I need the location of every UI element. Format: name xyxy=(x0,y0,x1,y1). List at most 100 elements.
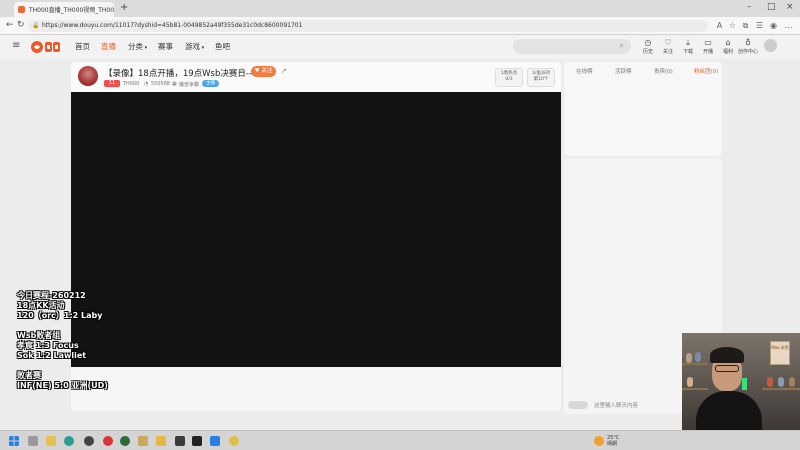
collections-icon[interactable]: ☰ xyxy=(755,21,764,30)
category-link[interactable]: 魔兽争霸 xyxy=(179,81,199,88)
app-icon[interactable] xyxy=(120,436,130,446)
search-app-icon[interactable] xyxy=(28,436,38,446)
overlay-line: Wsb败者组 xyxy=(17,331,61,340)
camera-icon: ▭ xyxy=(704,38,712,47)
history-button[interactable]: ◷ 历史 xyxy=(638,38,658,55)
site-header: ≡ 首页 直播 分类 ▾ 赛事 游戏 ▾ 鱼吧 ⌕ ◷ 历史 ♡ 关注 ⤓ 下载 ▭ 开… xyxy=(0,35,800,59)
address-bar[interactable]: 🔒 https://www.douyu.com/11017?dyshid=45b… xyxy=(28,20,708,32)
close-window-icon[interactable]: × xyxy=(786,2,794,12)
windows-taskbar: 25°C 晴朗 xyxy=(0,430,800,450)
viewers-icon: ◔ xyxy=(144,81,149,87)
rewards-label: 福利 xyxy=(722,49,733,55)
party-rank-value: 第10个 xyxy=(533,77,549,82)
weekly-rank-box[interactable]: 1周热点 0/3 xyxy=(495,68,523,87)
nav-fishbar[interactable]: 鱼吧 xyxy=(215,41,230,52)
download-label: 下载 xyxy=(682,49,693,55)
browser-tab-active[interactable]: TH000直播_TH000视频_TH000图片 × xyxy=(14,2,114,17)
history-label: 历史 xyxy=(642,49,653,55)
weather-widget[interactable]: 25°C 晴朗 xyxy=(594,435,619,447)
lightbulb-icon: ♁ xyxy=(745,38,751,47)
overlay-line: 败者赛 xyxy=(17,371,41,380)
user-avatar[interactable] xyxy=(764,39,777,52)
level-badge-value: 11 xyxy=(108,80,116,86)
read-aloud-icon[interactable]: A xyxy=(715,21,724,30)
nav-games[interactable]: 游戏 ▾ xyxy=(185,41,204,52)
video-player[interactable] xyxy=(71,92,561,367)
chevron-down-icon: ▾ xyxy=(143,45,148,51)
edge-browser-icon[interactable] xyxy=(64,436,74,446)
favorite-star-icon[interactable]: ☆ xyxy=(728,21,737,30)
app-icon[interactable] xyxy=(175,436,185,446)
shelf xyxy=(762,388,800,390)
creator-center-label: 创作中心 xyxy=(737,49,758,55)
nav-home[interactable]: 首页 xyxy=(75,41,90,52)
back-icon[interactable]: ← xyxy=(6,20,14,30)
nav-live[interactable]: 直播 xyxy=(101,41,116,52)
minimize-icon[interactable]: – xyxy=(747,2,752,12)
chat-placeholder: 这里输入聊天内容 xyxy=(594,403,639,409)
more-menu-icon[interactable]: … xyxy=(784,21,793,30)
douyu-favicon-icon xyxy=(18,6,25,13)
obs-icon[interactable] xyxy=(84,436,94,446)
settings-gear-icon[interactable]: ✲ xyxy=(239,67,245,75)
nav-category-label: 分类 xyxy=(128,42,143,51)
file-explorer-icon[interactable] xyxy=(46,436,56,446)
streamer-body xyxy=(696,391,762,433)
weekly-rank-value: 0/3 xyxy=(505,77,513,82)
douyu-app-icon[interactable] xyxy=(103,436,113,446)
streamer-glasses xyxy=(715,365,739,372)
webcam-feed: Mao 本色 xyxy=(682,333,800,433)
creator-center-button[interactable]: ♁ 创作中心 xyxy=(737,38,759,55)
app-icon[interactable] xyxy=(229,436,239,446)
download-button[interactable]: ⤓ 下载 xyxy=(678,38,698,55)
app-icon[interactable] xyxy=(192,436,202,446)
party-rank-box[interactable]: 斗鱼派对 第10个 xyxy=(527,68,555,87)
search-icon[interactable]: ⌕ xyxy=(620,41,624,51)
tab-title: TH000直播_TH000视频_TH000图片 xyxy=(29,7,114,14)
heart-icon: ♡ xyxy=(664,38,672,47)
reload-icon[interactable]: ↻ xyxy=(17,20,25,30)
maximize-icon[interactable]: □ xyxy=(767,2,776,12)
windows-start-icon[interactable] xyxy=(9,436,19,446)
streamer-avatar[interactable] xyxy=(78,66,98,86)
douyu-logo[interactable] xyxy=(30,39,62,55)
stream-title: 【录像】18点开播，19点Wsb决赛日-- xyxy=(104,69,252,79)
follow-button[interactable]: ♥ 关注 xyxy=(251,66,276,77)
gift-icon: ⌂ xyxy=(725,38,731,47)
shelf xyxy=(682,363,708,365)
viewer-count: 550588 xyxy=(151,81,171,87)
profile-icon[interactable]: ◉ xyxy=(769,21,778,30)
tab-fan-club[interactable]: 粉丝团(0) xyxy=(694,67,718,75)
follows-button[interactable]: ♡ 关注 xyxy=(658,38,678,55)
rewards-button[interactable]: ⌂ 福利 xyxy=(718,38,738,55)
app-icon[interactable] xyxy=(138,436,148,446)
search-input[interactable]: ⌕ xyxy=(513,39,631,54)
app-icon[interactable] xyxy=(156,436,166,446)
start-stream-button[interactable]: ▭ 开播 xyxy=(698,38,718,55)
figurine xyxy=(687,377,693,387)
sun-icon xyxy=(594,436,604,446)
tab-online-rank[interactable]: 在线榜 xyxy=(576,67,593,75)
browser-tabbar: TH000直播_TH000视频_TH000图片 × + – □ × xyxy=(0,0,800,17)
browser-toolbar: ← ↻ 🔒 https://www.douyu.com/11017?dyshid… xyxy=(0,17,800,35)
chevron-down-icon: ▾ xyxy=(200,45,205,51)
tab-vip[interactable]: 贵宾(0) xyxy=(654,67,673,75)
menu-hamburger-icon[interactable]: ≡ xyxy=(12,40,20,51)
level-badge: 11 xyxy=(104,80,120,87)
tab-active-rank[interactable]: 活跃榜 xyxy=(615,67,632,75)
figurine xyxy=(695,352,701,362)
app-icon[interactable] xyxy=(210,436,220,446)
emoji-toggle[interactable] xyxy=(568,401,588,409)
new-tab-icon[interactable]: + xyxy=(120,2,128,13)
nav-category[interactable]: 分类 ▾ xyxy=(128,41,147,52)
extensions-icon[interactable]: ⧉ xyxy=(741,21,750,30)
streamer-hair xyxy=(710,347,744,363)
figurine xyxy=(767,377,773,387)
start-stream-label: 开播 xyxy=(702,49,713,55)
share-icon[interactable]: ↗ xyxy=(281,67,287,75)
nav-esports[interactable]: 赛事 xyxy=(158,41,173,52)
overlay-line: INF(NE) 5:0 亚洲(UD) xyxy=(17,381,108,390)
stream-info-bar: 【录像】18点开播，19点Wsb决赛日-- ✲ ♥ 关注 ↗ 11 TH000 … xyxy=(71,62,561,92)
heart-icon: ♥ xyxy=(254,68,260,74)
streamer-name[interactable]: TH000 xyxy=(123,81,139,87)
